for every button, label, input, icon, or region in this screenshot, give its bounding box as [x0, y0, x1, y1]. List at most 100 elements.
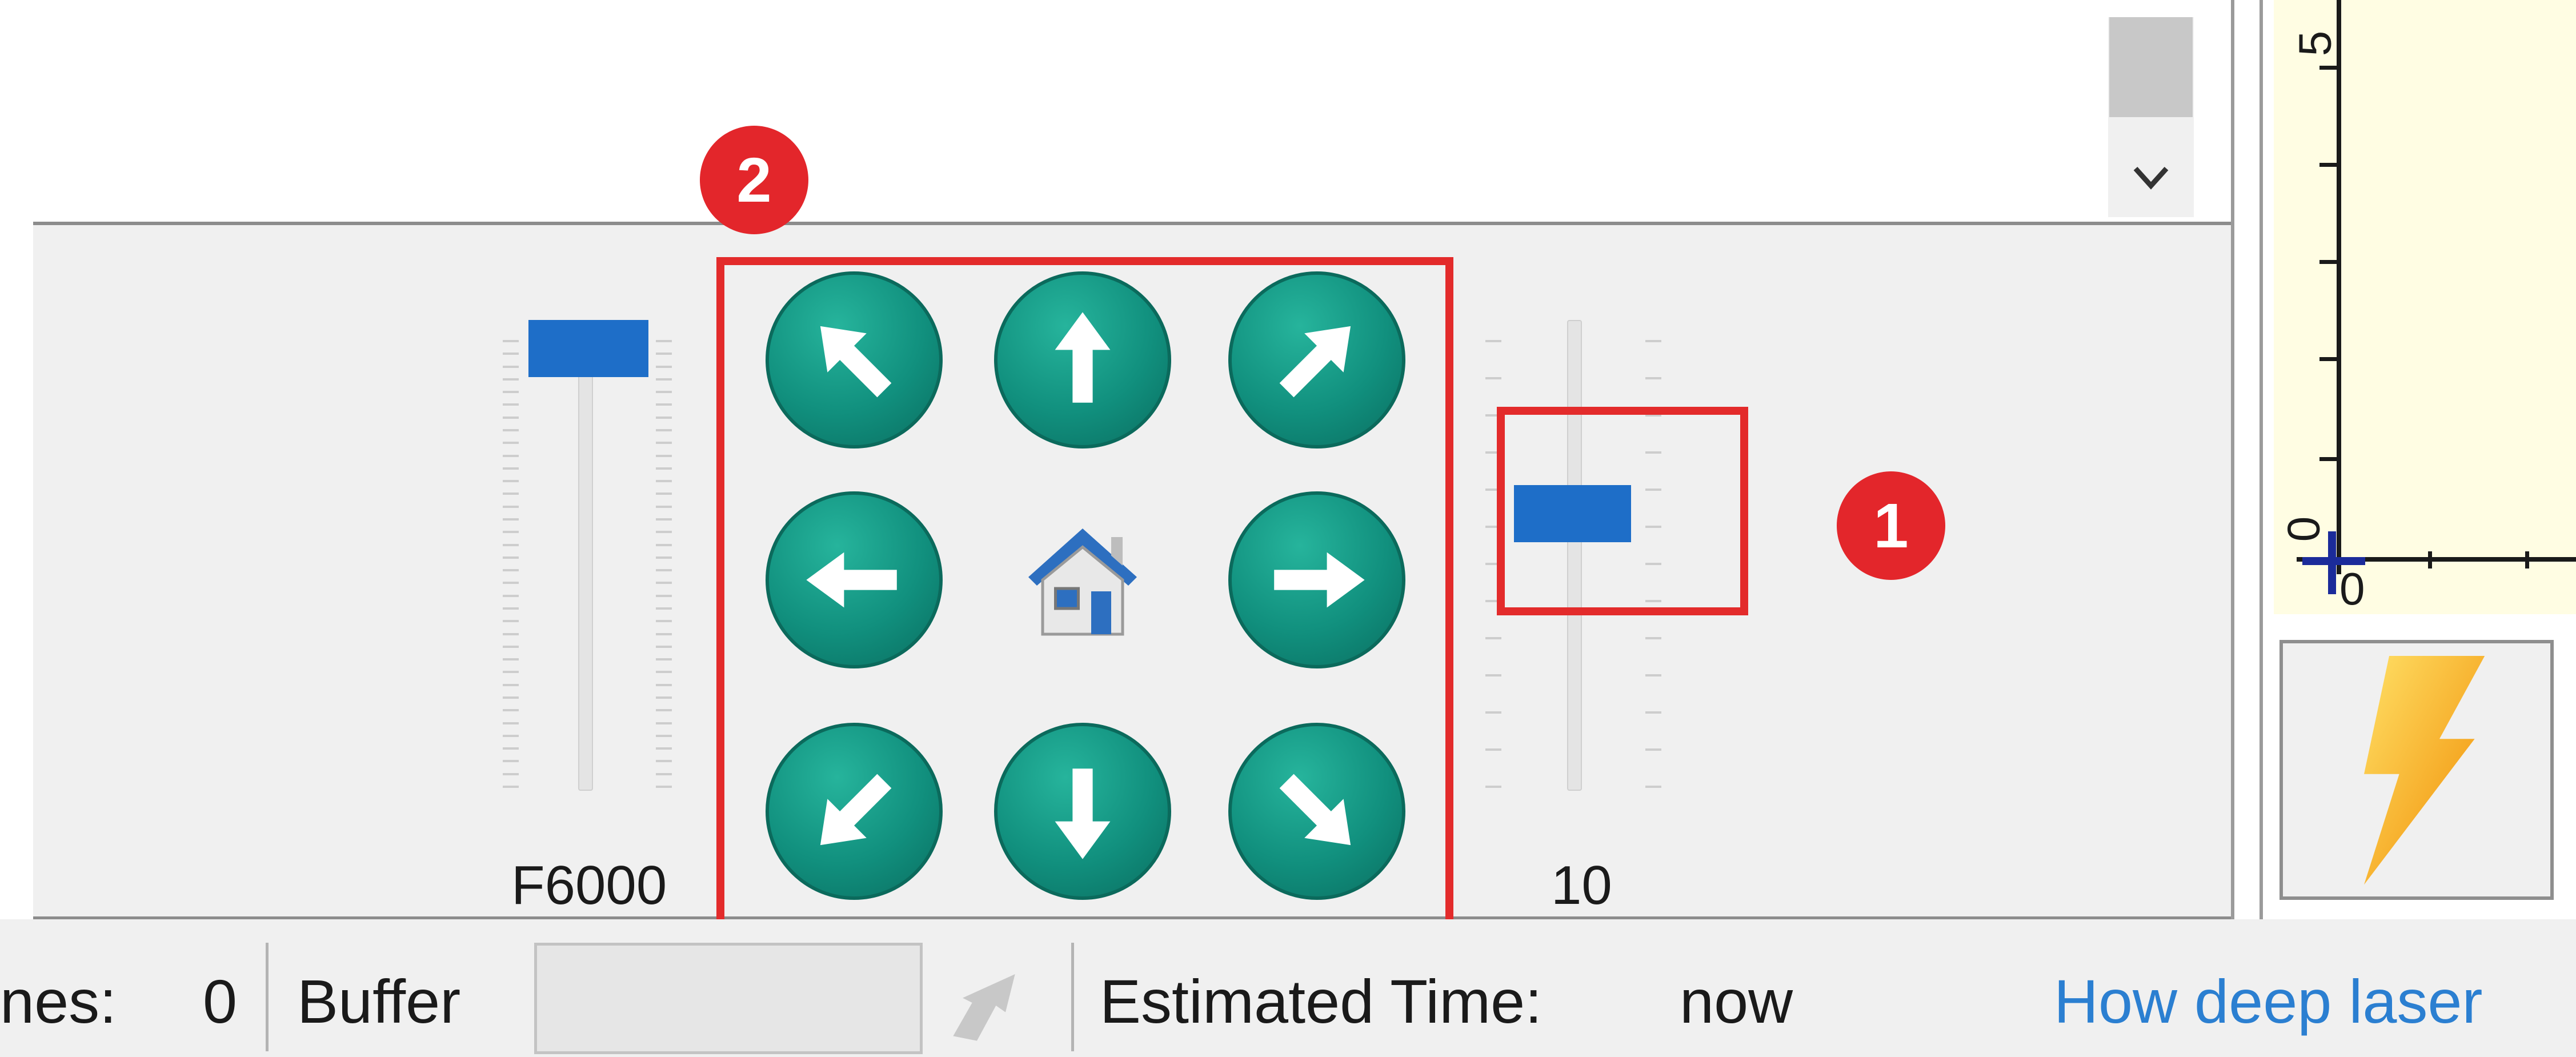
slider-tick	[1485, 674, 1501, 676]
lines-label: nes:	[0, 967, 117, 1036]
slider-tick	[1485, 377, 1501, 379]
slider-tick	[1645, 340, 1661, 342]
slider-tick	[656, 760, 672, 763]
buffer-progress-bar	[534, 943, 923, 1054]
slider-tick	[503, 518, 519, 521]
jog-up-right-button[interactable]	[1228, 271, 1405, 449]
slider-tick	[503, 531, 519, 534]
slider-tick	[656, 340, 672, 342]
slider-ticks-right	[656, 340, 672, 788]
slider-tick	[503, 365, 519, 368]
slider-tick	[656, 722, 672, 724]
arrow-up-left-icon	[820, 326, 892, 398]
slider-tick	[656, 607, 672, 610]
chevron-down-icon	[2133, 166, 2169, 190]
slider-tick	[656, 416, 672, 419]
origin-cross-icon	[2302, 531, 2365, 594]
y-tick	[2319, 163, 2339, 167]
callout-marker-1: 1	[1837, 471, 1945, 580]
slider-tick	[656, 518, 672, 521]
jog-up-left-button[interactable]	[766, 271, 943, 449]
y-tick	[2319, 357, 2339, 361]
lightning-icon	[2364, 656, 2485, 885]
slider-tick	[503, 391, 519, 394]
send-arrow-icon[interactable]	[943, 960, 1040, 1046]
slider-tick	[656, 480, 672, 483]
scroll-down-button[interactable]	[2109, 143, 2193, 211]
lines-value: 0	[203, 967, 238, 1036]
slider-tick	[656, 467, 672, 470]
slider-tick	[503, 683, 519, 686]
slider-tick	[503, 632, 519, 635]
slider-tick	[656, 531, 672, 534]
slider-track	[578, 320, 593, 791]
slider-tick	[503, 696, 519, 699]
slider-tick	[503, 340, 519, 342]
speed-value-label: F6000	[511, 855, 667, 916]
slider-tick	[503, 582, 519, 584]
slider-tick	[503, 747, 519, 750]
slider-tick	[656, 620, 672, 623]
preview-y-axis	[2337, 0, 2341, 574]
slider-tick	[503, 772, 519, 775]
estimated-time-label: Estimated Time:	[1100, 967, 1543, 1036]
arrow-left-icon	[806, 552, 897, 608]
y-tick-label-top: 5	[2289, 30, 2341, 57]
status-separator	[1071, 943, 1074, 1051]
slider-tick	[1645, 786, 1661, 788]
slider-tick	[503, 620, 519, 623]
help-link[interactable]: How deep laser	[2054, 966, 2482, 1037]
slider-tick	[656, 786, 672, 788]
callout-marker-2: 2	[700, 126, 808, 234]
slider-tick	[1485, 748, 1501, 751]
jog-home-button[interactable]	[994, 491, 1171, 668]
slider-tick	[656, 403, 672, 406]
arrow-right-icon	[1274, 552, 1365, 608]
jog-down-right-button[interactable]	[1228, 723, 1405, 900]
slider-tick	[503, 416, 519, 419]
y-tick	[2319, 457, 2339, 461]
slider-tick	[656, 353, 672, 355]
status-separator	[266, 943, 269, 1051]
slider-thumb[interactable]	[528, 320, 648, 377]
highlight-box-step	[1497, 407, 1748, 615]
slider-tick	[503, 493, 519, 495]
slider-tick	[503, 454, 519, 457]
slider-tick	[656, 365, 672, 368]
arrow-down-icon	[1055, 768, 1111, 859]
slider-tick	[656, 493, 672, 495]
slider-tick	[656, 747, 672, 750]
jog-up-button[interactable]	[994, 271, 1171, 449]
slider-tick	[656, 734, 672, 737]
slider-tick	[1485, 786, 1501, 788]
slider-tick	[503, 594, 519, 597]
slider-tick	[503, 505, 519, 508]
slider-tick	[656, 582, 672, 584]
slider-tick	[656, 683, 672, 686]
arrow-down-left-icon	[820, 774, 892, 846]
x-tick	[2428, 551, 2432, 568]
buffer-label: Buffer	[297, 967, 461, 1036]
slider-tick	[503, 378, 519, 381]
jog-down-button[interactable]	[994, 723, 1171, 900]
slider-tick	[503, 480, 519, 483]
slider-ticks-left	[503, 340, 519, 788]
jog-right-button[interactable]	[1228, 491, 1405, 668]
slider-tick	[503, 645, 519, 648]
slider-tick	[503, 442, 519, 445]
panel-divider	[2231, 0, 2234, 919]
slider-tick	[503, 786, 519, 788]
gcode-view	[33, 0, 2233, 223]
slider-tick	[503, 556, 519, 559]
panel-divider	[2259, 0, 2263, 919]
scrollbar-thumb[interactable]	[2109, 17, 2193, 117]
speed-slider[interactable]	[497, 309, 686, 800]
slider-tick	[656, 671, 672, 674]
laser-button[interactable]	[2279, 640, 2554, 900]
slider-tick	[503, 467, 519, 470]
slider-tick	[656, 645, 672, 648]
slider-tick	[503, 353, 519, 355]
jog-left-button[interactable]	[766, 491, 943, 668]
jog-down-left-button[interactable]	[766, 723, 943, 900]
slider-tick	[503, 658, 519, 661]
